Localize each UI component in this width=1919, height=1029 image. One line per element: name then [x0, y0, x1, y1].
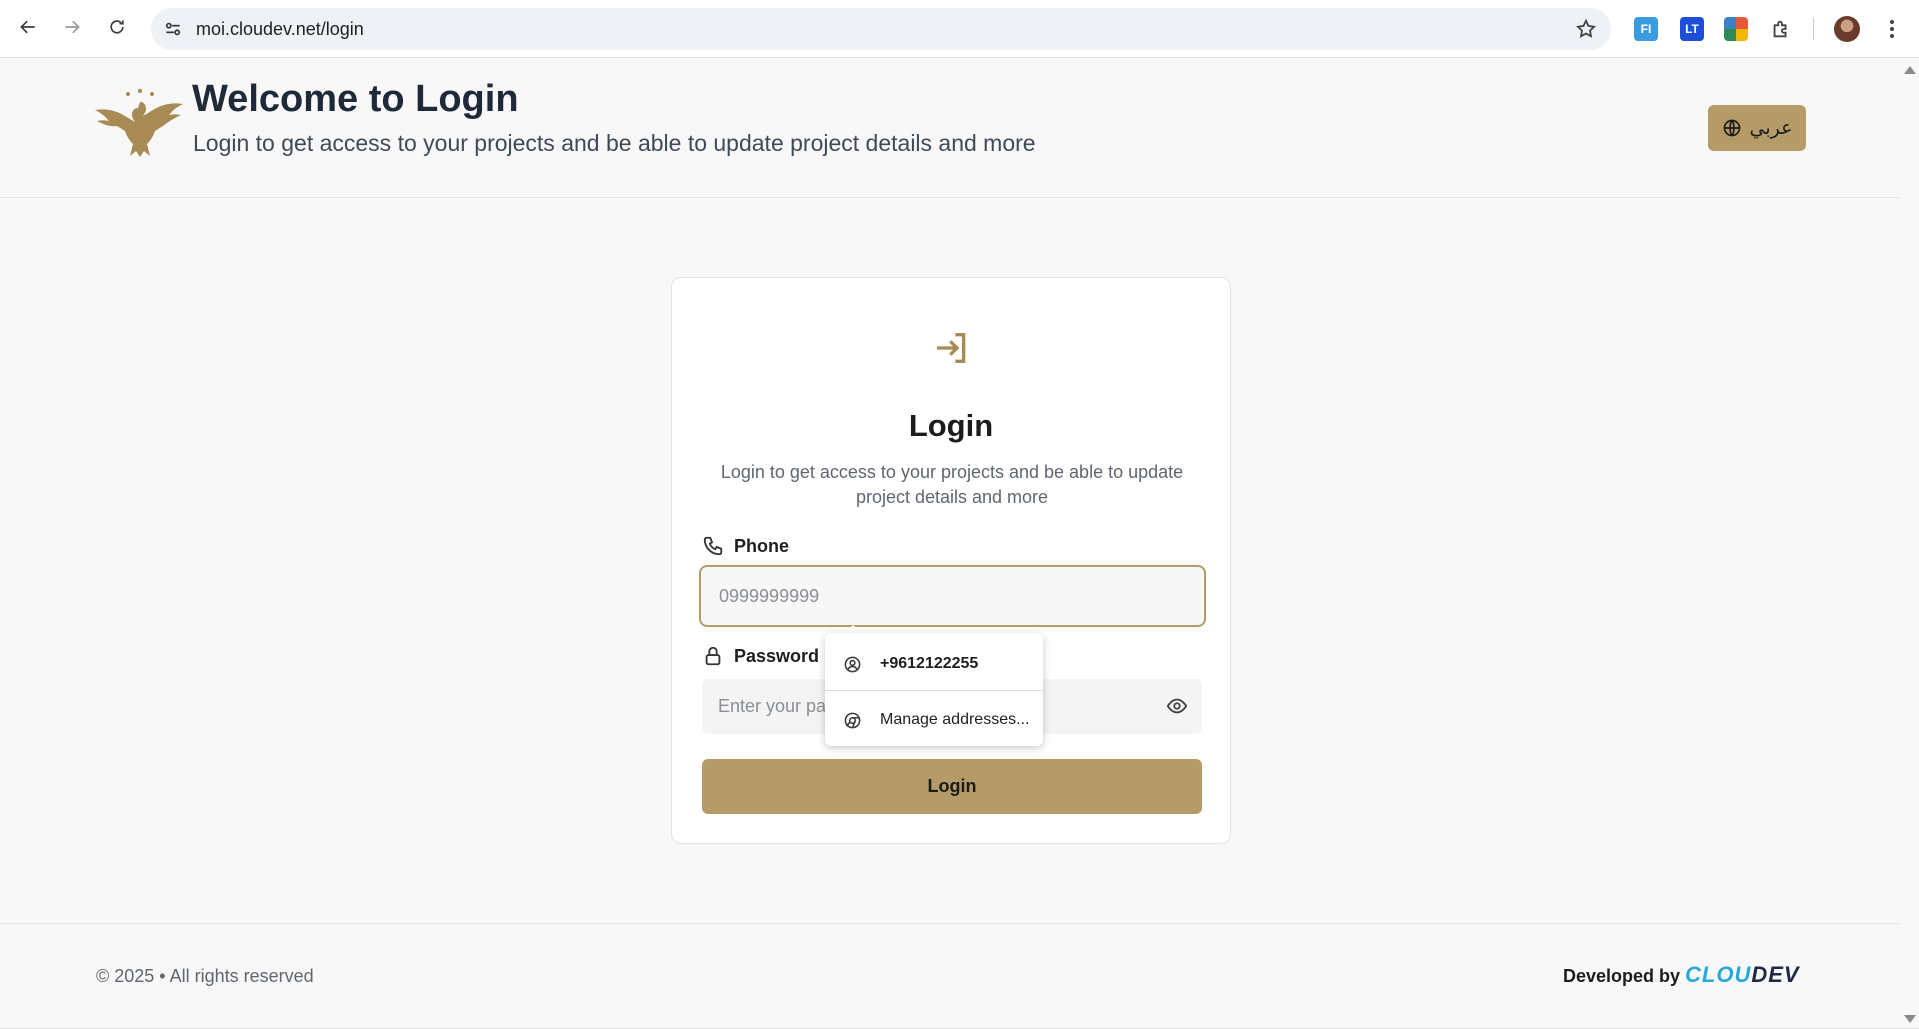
chrome-icon: [844, 712, 861, 728]
reload-button[interactable]: [101, 11, 133, 43]
logo-part-cloud: CLOU: [1685, 962, 1752, 987]
copyright-text: © 2025 • All rights reserved: [96, 966, 314, 986]
scroll-up-arrow-icon[interactable]: [1904, 66, 1916, 74]
scroll-down-arrow-icon[interactable]: [1904, 1015, 1916, 1023]
manage-addresses-item[interactable]: Manage addresses...: [825, 694, 1043, 746]
phone-icon: [703, 536, 723, 556]
back-button[interactable]: [12, 11, 44, 43]
reload-icon: [110, 20, 124, 34]
site-settings-icon[interactable]: [163, 19, 183, 39]
autofill-caret: [845, 625, 861, 633]
developed-by-text: Developed by: [1563, 966, 1681, 986]
language-toggle-button[interactable]: عربي: [1708, 105, 1806, 151]
autofill-phone-text: +9612122255: [880, 655, 979, 672]
eagle-logo-icon: [95, 89, 183, 157]
extensions-puzzle-button[interactable]: [1769, 17, 1793, 41]
puzzle-icon: [1773, 20, 1787, 38]
address-bar[interactable]: moi.cloudev.net/login: [151, 8, 1611, 50]
manage-addresses-text: Manage addresses...: [880, 711, 1030, 728]
eye-icon[interactable]: [1166, 695, 1188, 717]
login-card: Login Login to get access to your projec…: [671, 277, 1231, 844]
fi-extension-icon[interactable]: FI: [1634, 17, 1658, 41]
login-arrow-icon: [937, 333, 966, 363]
card-description: Login to get access to your projects and…: [720, 462, 1184, 507]
forward-button[interactable]: [56, 11, 88, 43]
more-menu-icon[interactable]: [1884, 16, 1900, 42]
page-title: Welcome to Login: [192, 78, 519, 120]
profile-avatar[interactable]: [1834, 16, 1860, 42]
login-button[interactable]: Login: [702, 759, 1202, 814]
lt-extension-icon[interactable]: LT: [1680, 17, 1704, 41]
page-scrollbar[interactable]: [1900, 58, 1919, 1029]
phone-label-text: Phone: [734, 535, 790, 556]
logo-part-dev: DEV: [1751, 962, 1800, 987]
autofill-separator: [825, 690, 1043, 691]
cloudev-logo[interactable]: CLOUDEV: [1685, 962, 1800, 988]
toolbar-divider: [1813, 18, 1814, 40]
site-header: Welcome to Login Login to get access to …: [0, 58, 1900, 198]
card-title: Login: [908, 408, 994, 443]
language-label: عربي: [1749, 117, 1793, 139]
colorful-extension-icon[interactable]: [1724, 17, 1748, 41]
autofill-dropdown: +9612122255 Manage addresses...: [825, 633, 1043, 746]
password-label: Password: [702, 645, 819, 667]
password-label-text: Password: [734, 645, 820, 666]
url-text[interactable]: moi.cloudev.net/login: [196, 19, 364, 40]
phone-input[interactable]: [699, 565, 1206, 627]
page-subtitle: Login to get access to your projects and…: [193, 130, 1036, 156]
autofill-suggestion[interactable]: +9612122255: [825, 638, 1043, 690]
bookmark-star-icon[interactable]: [1575, 18, 1597, 40]
globe-icon: [1723, 119, 1740, 137]
account-circle-icon: [844, 656, 861, 672]
phone-label: Phone: [702, 535, 789, 557]
browser-toolbar: moi.cloudev.net/login FI LT: [0, 0, 1919, 58]
arrow-left-icon: [20, 20, 35, 34]
arrow-right-icon: [65, 20, 80, 34]
site-footer: © 2025 • All rights reserved Developed b…: [0, 923, 1900, 1029]
lock-icon: [705, 646, 721, 666]
